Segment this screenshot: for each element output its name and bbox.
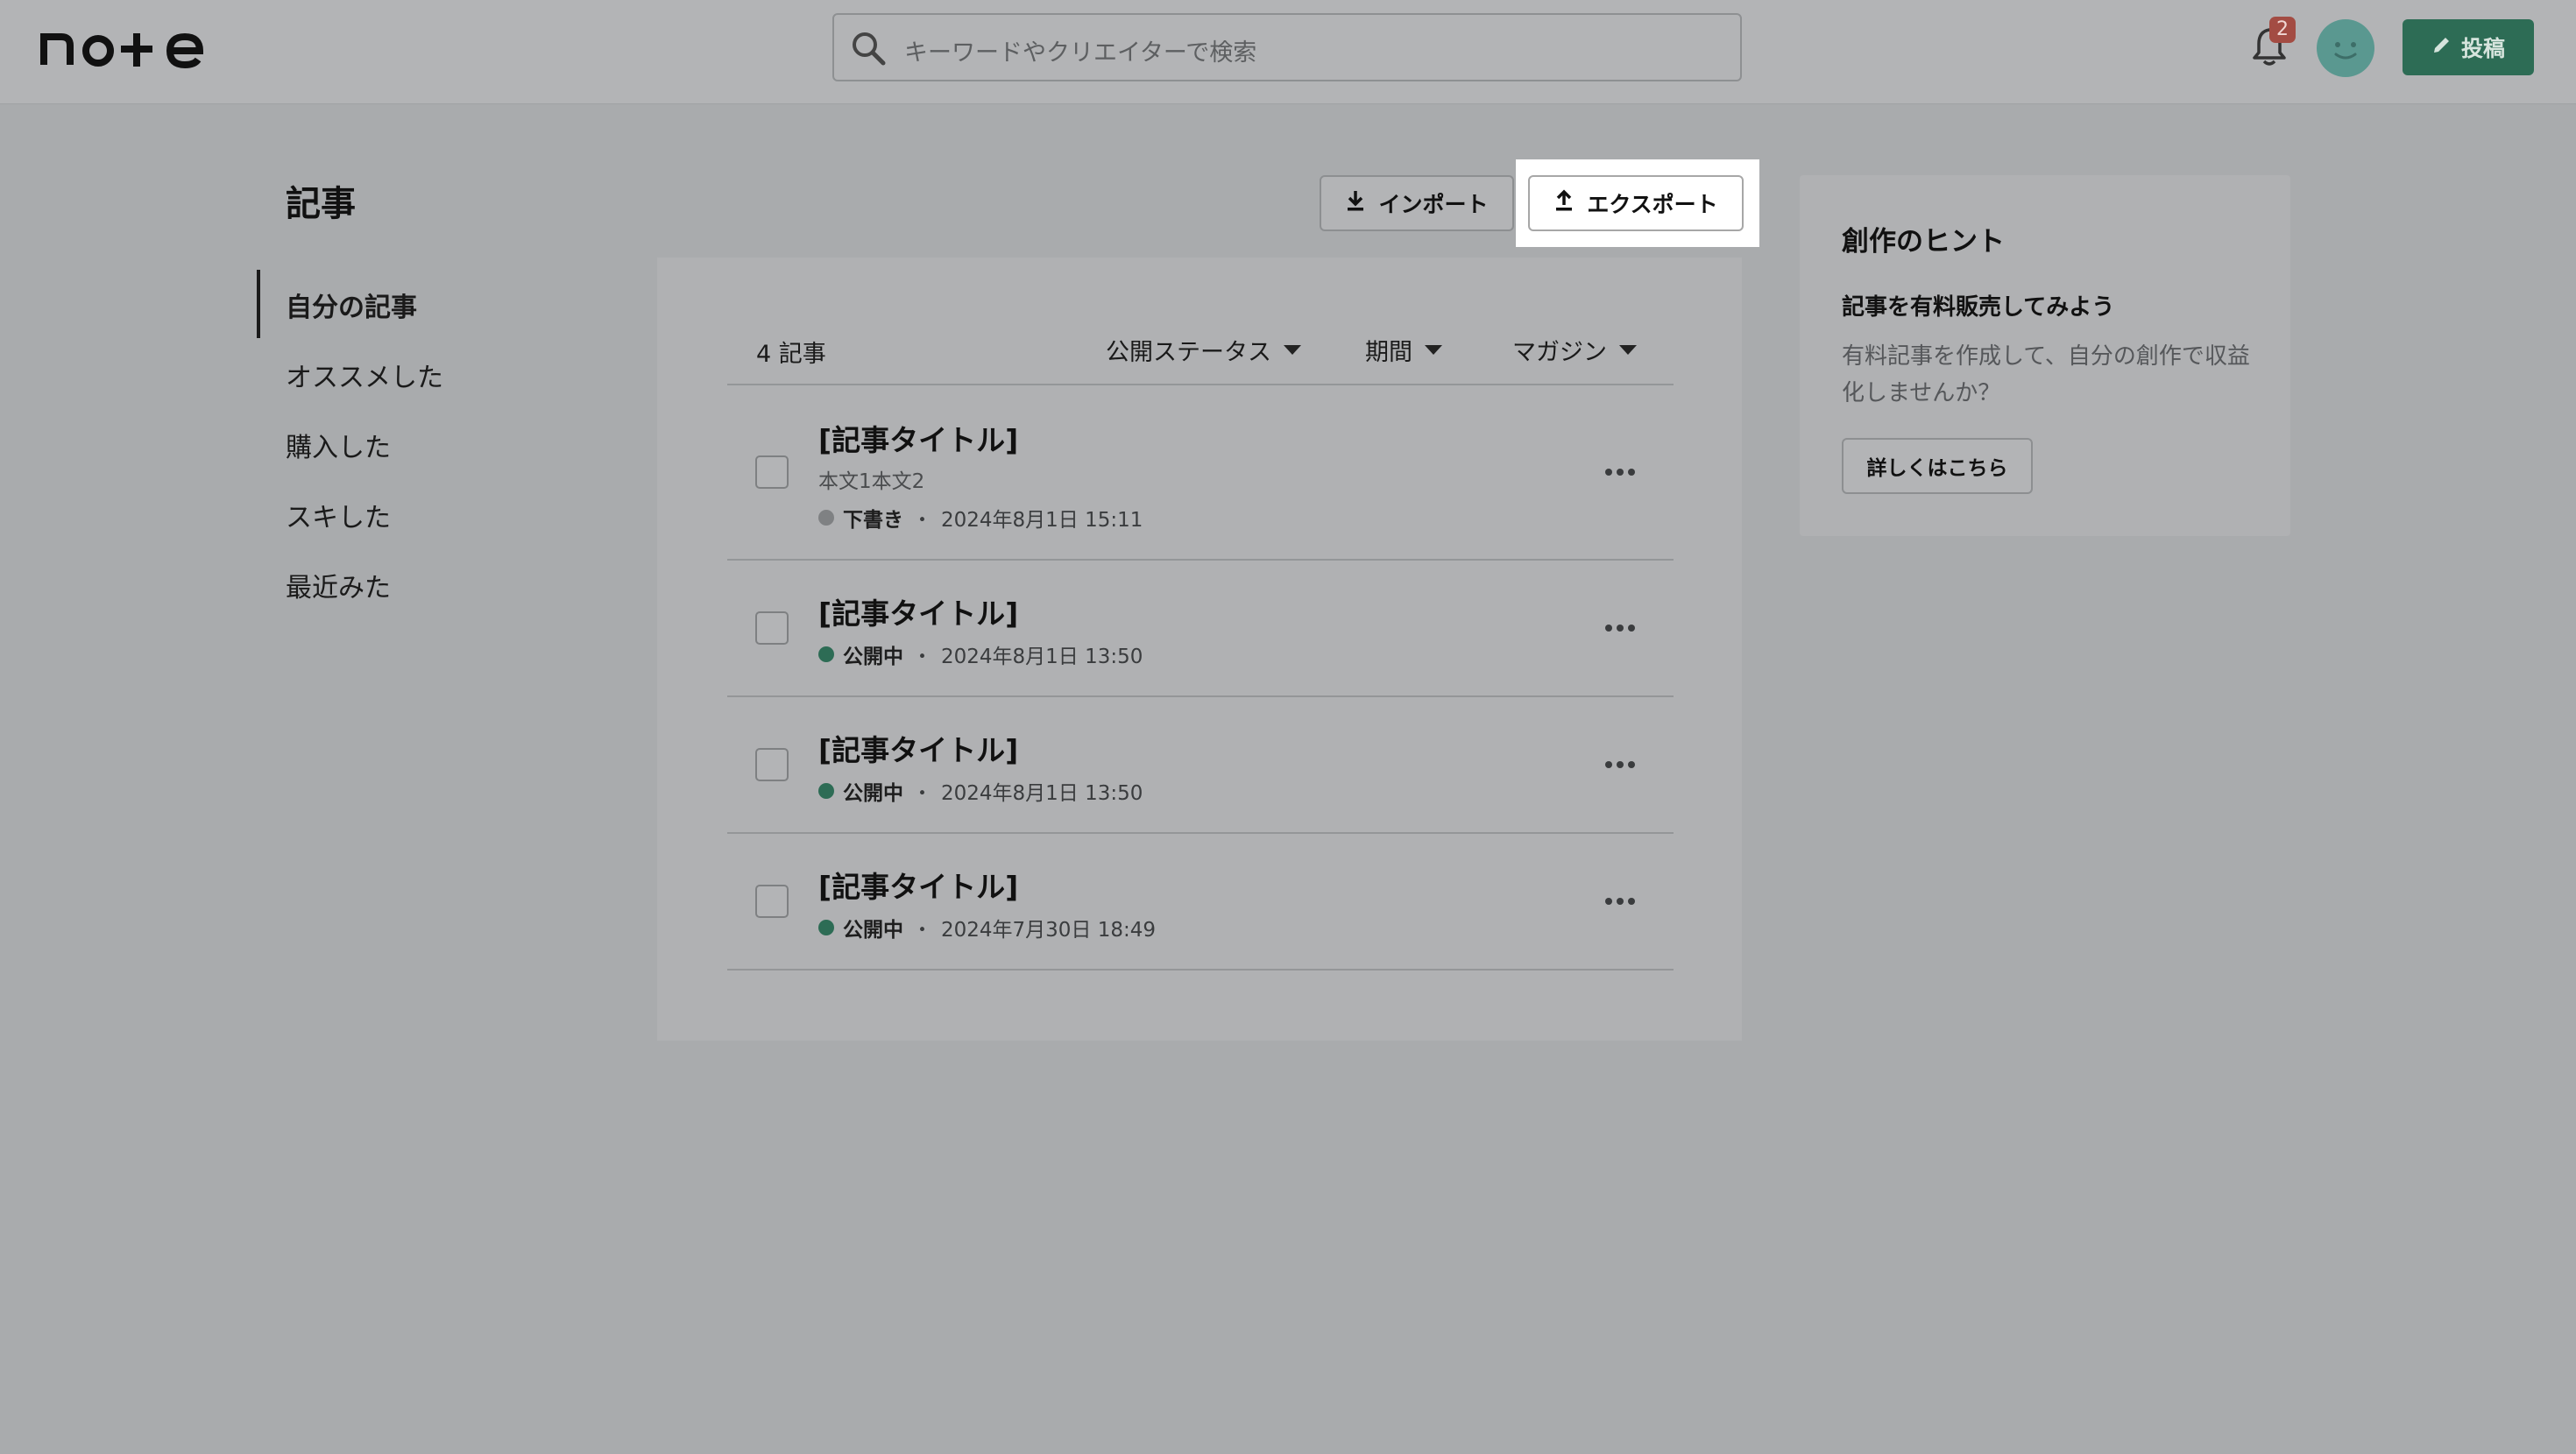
article-checkbox[interactable] — [755, 885, 789, 918]
article-meta: 公開中 ・ 2024年8月1日 13:50 — [818, 639, 1143, 669]
article-date: 2024年7月30日 18:49 — [941, 919, 1157, 942]
pencil-icon — [2431, 34, 2452, 60]
caret-down-icon — [1425, 345, 1442, 355]
filter-label: 公開ステータス — [1106, 339, 1271, 366]
sidebar-item-purchased[interactable]: 購入した — [286, 426, 391, 464]
filter-publish-status[interactable]: 公開ステータス — [1106, 333, 1301, 367]
search-icon — [850, 30, 887, 70]
article-title[interactable]: [記事タイトル] — [818, 417, 1018, 459]
list-divider — [727, 384, 1674, 385]
import-button[interactable]: インポート — [1320, 175, 1514, 231]
search-input[interactable]: キーワードやクリエイターで検索 — [832, 13, 1742, 81]
export-button-label: エクスポート — [1587, 192, 1718, 217]
more-options-icon[interactable] — [1605, 625, 1635, 632]
meta-separator: ・ — [912, 509, 932, 532]
learn-more-button[interactable]: 詳しくはこちら — [1842, 438, 2033, 494]
post-button[interactable]: 投稿 — [2403, 19, 2534, 75]
article-checkbox[interactable] — [755, 611, 789, 645]
article-date: 2024年8月1日 13:50 — [941, 646, 1143, 668]
filter-label: 期間 — [1365, 339, 1412, 366]
sidebar-item-recently-viewed[interactable]: 最近みた — [286, 566, 391, 604]
article-date: 2024年8月1日 15:11 — [941, 509, 1143, 532]
filter-label: マガジン — [1512, 339, 1607, 366]
article-excerpt: 本文1本文2 — [818, 470, 925, 493]
download-icon — [1345, 189, 1366, 217]
filter-period[interactable]: 期間 — [1365, 333, 1442, 367]
article-title[interactable]: [記事タイトル] — [818, 590, 1018, 632]
article-meta: 公開中 ・ 2024年8月1日 13:50 — [818, 776, 1143, 806]
status-dot — [818, 646, 834, 662]
status-label: 公開中 — [843, 646, 903, 668]
import-button-label: インポート — [1378, 192, 1489, 217]
status-label: 公開中 — [843, 782, 903, 805]
active-nav-indicator — [257, 270, 260, 338]
sidebar-item-liked[interactable]: スキした — [286, 496, 391, 534]
article-title[interactable]: [記事タイトル] — [818, 864, 1018, 906]
notification-badge: 2 — [2269, 17, 2296, 43]
sidebar-item-my-articles[interactable]: 自分の記事 — [286, 286, 417, 324]
more-options-icon[interactable] — [1605, 898, 1635, 905]
export-button[interactable]: エクスポート — [1528, 175, 1744, 231]
page-title: 記事 — [286, 184, 356, 224]
more-options-icon[interactable] — [1605, 469, 1635, 476]
status-dot — [818, 510, 834, 526]
user-avatar[interactable] — [2317, 19, 2374, 77]
caret-down-icon — [1619, 345, 1637, 355]
row-divider — [727, 695, 1674, 697]
article-date: 2024年8月1日 13:50 — [941, 782, 1143, 805]
top-header: キーワードやクリエイターで検索 2 投稿 — [0, 0, 2576, 103]
article-count: 4 記事 — [756, 341, 826, 368]
article-meta: 下書き ・ 2024年8月1日 15:11 — [818, 503, 1143, 533]
meta-separator: ・ — [912, 919, 932, 942]
meta-separator: ・ — [912, 646, 932, 668]
caret-down-icon — [1284, 345, 1301, 355]
article-title[interactable]: [記事タイトル] — [818, 727, 1018, 769]
hint-subtitle: 記事を有料販売してみよう — [1842, 294, 2115, 321]
filter-magazine[interactable]: マガジン — [1512, 333, 1637, 367]
row-divider — [727, 832, 1674, 834]
hint-title: 創作のヒント — [1842, 226, 2005, 258]
sidebar-item-recommended[interactable]: オススメした — [286, 356, 443, 394]
post-button-label: 投稿 — [2460, 36, 2505, 61]
more-options-icon[interactable] — [1605, 761, 1635, 768]
row-divider — [727, 559, 1674, 561]
article-meta: 公開中 ・ 2024年7月30日 18:49 — [818, 913, 1156, 942]
hint-description: 有料記事を作成して、自分の創作で収益化しませんか？ — [1842, 343, 2250, 406]
status-label: 下書き — [843, 509, 903, 532]
row-divider — [727, 969, 1674, 971]
search-placeholder: キーワードやクリエイターで検索 — [904, 39, 1257, 67]
status-label: 公開中 — [843, 919, 903, 942]
upload-icon — [1553, 189, 1575, 217]
status-dot — [818, 920, 834, 935]
status-dot — [818, 783, 834, 799]
meta-separator: ・ — [912, 782, 932, 805]
note-logo[interactable] — [40, 23, 216, 75]
article-checkbox[interactable] — [755, 748, 789, 781]
article-checkbox[interactable] — [755, 455, 789, 489]
